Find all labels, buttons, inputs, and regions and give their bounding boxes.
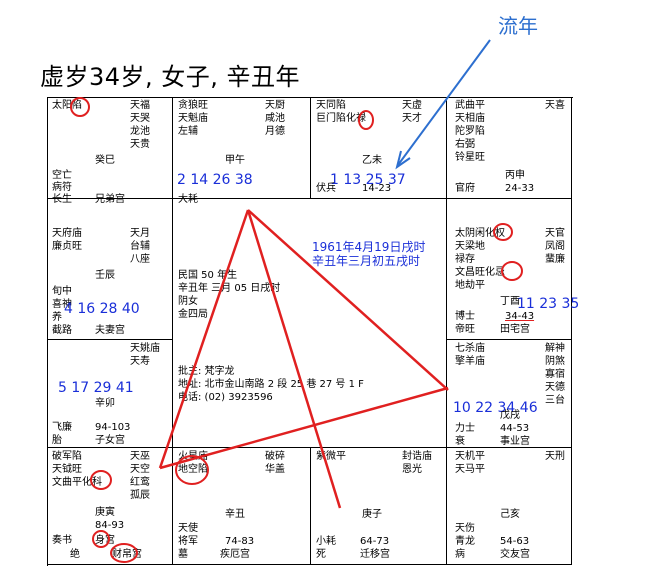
red-triangle-lines — [158, 209, 449, 509]
annotation-overlay — [70, 39, 523, 563]
blue-arrow-line — [397, 39, 491, 166]
red-circles — [70, 97, 523, 563]
